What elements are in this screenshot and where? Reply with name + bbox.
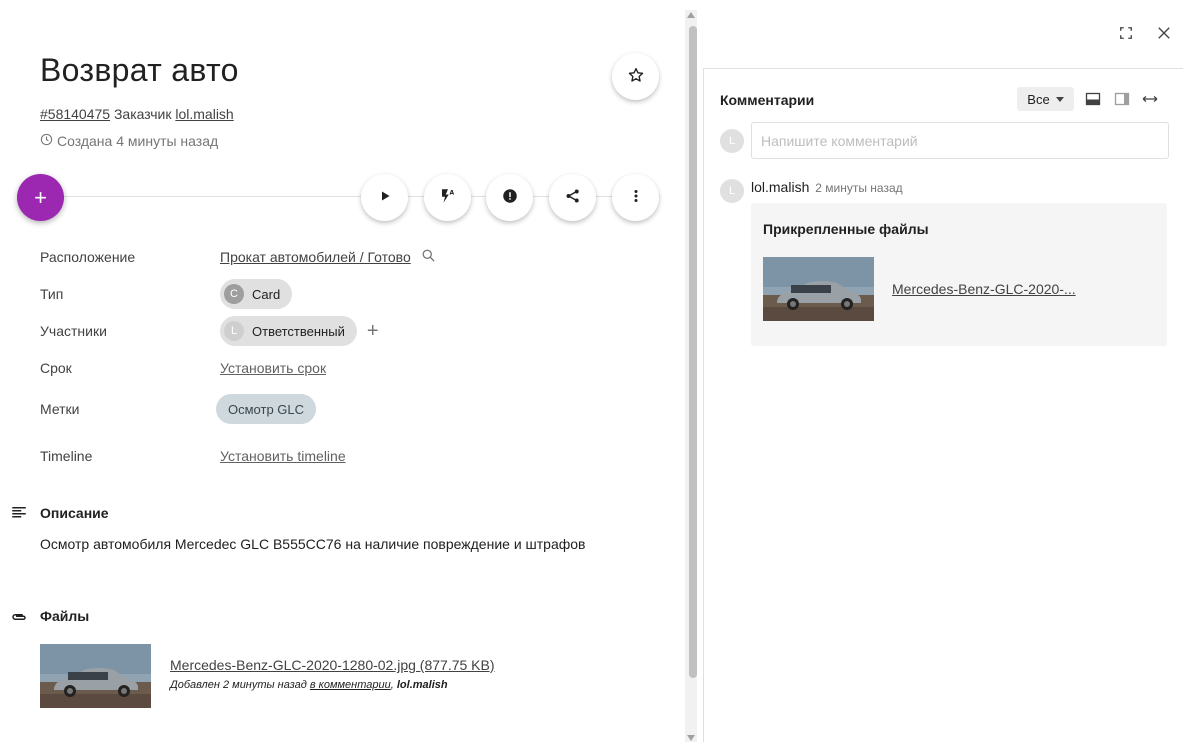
attachment-thumbnail[interactable] — [763, 257, 874, 321]
description-title: Описание — [40, 505, 109, 521]
participant-chip-label: Ответственный — [252, 323, 345, 339]
comment-author[interactable]: lol.malish — [751, 179, 809, 195]
expand-width-icon[interactable] — [1142, 91, 1158, 107]
set-timeline-link[interactable]: Установить timeline — [220, 448, 346, 464]
comment-input[interactable] — [751, 122, 1169, 159]
location-link[interactable]: Прокат автомобилей / Готово — [220, 249, 411, 265]
file-comment-link[interactable]: в комментарии — [310, 679, 391, 691]
svg-text:A: A — [449, 190, 454, 197]
start-button[interactable] — [361, 174, 408, 221]
layout-bottom-icon[interactable] — [1085, 91, 1101, 107]
location-label: Расположение — [40, 249, 136, 265]
more-button[interactable] — [612, 174, 659, 221]
task-id-link[interactable]: #58140475 — [40, 106, 110, 122]
fullscreen-icon[interactable] — [1117, 24, 1135, 45]
star-icon — [627, 66, 645, 87]
play-icon — [376, 187, 394, 208]
file-meta-author: lol.malish — [396, 679, 448, 691]
property-participants: Участники L Ответственный + — [40, 316, 660, 346]
files-title: Файлы — [40, 608, 90, 624]
description-icon — [10, 504, 28, 522]
file-meta-added: Добавлен 2 минуты назад — [170, 679, 307, 691]
clock-icon — [40, 133, 53, 149]
chevron-down-icon — [1055, 96, 1064, 102]
add-button[interactable]: + — [17, 174, 64, 221]
type-avatar: C — [224, 284, 244, 304]
automation-button[interactable]: A — [424, 174, 471, 221]
layout-side-icon[interactable] — [1114, 91, 1130, 107]
page-title: Возврат авто — [40, 52, 239, 88]
property-type: Тип C Card — [40, 279, 660, 309]
description-text[interactable]: Осмотр автомобиля Mercedec GLC В555СС76 … — [40, 536, 585, 552]
comment-author-avatar: L — [720, 179, 744, 203]
priority-button[interactable] — [486, 174, 533, 221]
tag-chip[interactable]: Осмотр GLC — [216, 394, 317, 424]
add-participant-button[interactable]: + — [367, 320, 379, 343]
task-subline: #58140475 Заказчик lol.malish — [40, 106, 234, 122]
more-vertical-icon — [627, 187, 645, 208]
current-user-avatar: L — [720, 129, 744, 153]
created-text: Создана 4 минуты назад — [57, 133, 219, 149]
scrollbar-thumb[interactable] — [689, 26, 697, 678]
customer-label: Заказчик — [113, 106, 172, 122]
flash-auto-icon: A — [439, 187, 457, 208]
comments-section: Комментарии Все L L lol.malish 2 минуты … — [703, 68, 1183, 742]
deadline-label: Срок — [40, 360, 72, 376]
task-detail-panel: Возврат авто #58140475 Заказчик lol.mali… — [0, 0, 685, 742]
type-chip[interactable]: C Card — [220, 279, 293, 309]
participant-avatar: L — [224, 321, 244, 341]
scroll-down-arrow-icon[interactable] — [687, 735, 695, 741]
alert-icon — [501, 187, 519, 208]
panel-top-actions — [1117, 24, 1173, 45]
property-tags: Метки Осмотр GLC — [40, 394, 660, 424]
file-link[interactable]: Mercedes-Benz-GLC-2020-1280-02.jpg (877.… — [170, 657, 495, 673]
comment-time: 2 минуты назад — [815, 181, 903, 195]
type-chip-label: Card — [252, 286, 281, 302]
comment-header: lol.malish 2 минуты назад — [751, 179, 903, 195]
favorite-button[interactable] — [612, 53, 659, 100]
property-location: Расположение Прокат автомобилей / Готово — [40, 248, 660, 266]
participant-chip[interactable]: L Ответственный — [220, 316, 357, 346]
created-info: Создана 4 минуты назад — [40, 133, 218, 149]
property-timeline: Timeline Установить timeline — [40, 448, 660, 464]
comments-panel: Комментарии Все L L lol.malish 2 минуты … — [703, 0, 1183, 742]
file-thumbnail[interactable] — [40, 644, 151, 708]
set-deadline-link[interactable]: Установить срок — [220, 360, 326, 376]
scroll-up-arrow-icon[interactable] — [687, 12, 695, 18]
comment-body: Прикрепленные файлы Mercedes-Benz-GLC-20… — [751, 203, 1167, 346]
comments-title: Комментарии — [720, 92, 815, 108]
search-icon[interactable] — [421, 248, 436, 266]
comments-filter-dropdown[interactable]: Все — [1017, 87, 1074, 111]
comments-filter-value: Все — [1027, 91, 1050, 107]
property-deadline: Срок Установить срок — [40, 360, 660, 376]
file-meta: Добавлен 2 минуты назад в комментарии, l… — [170, 679, 448, 691]
participants-label: Участники — [40, 323, 107, 339]
close-icon[interactable] — [1155, 24, 1173, 45]
share-icon — [564, 187, 582, 208]
attachments-title: Прикрепленные файлы — [763, 221, 929, 237]
attachment-icon — [10, 608, 28, 626]
customer-link[interactable]: lol.malish — [175, 106, 233, 122]
share-button[interactable] — [549, 174, 596, 221]
tags-label: Метки — [40, 401, 80, 417]
attachment-link[interactable]: Mercedes-Benz-GLC-2020-... — [892, 281, 1076, 297]
timeline-label: Timeline — [40, 448, 93, 464]
type-label: Тип — [40, 286, 64, 302]
